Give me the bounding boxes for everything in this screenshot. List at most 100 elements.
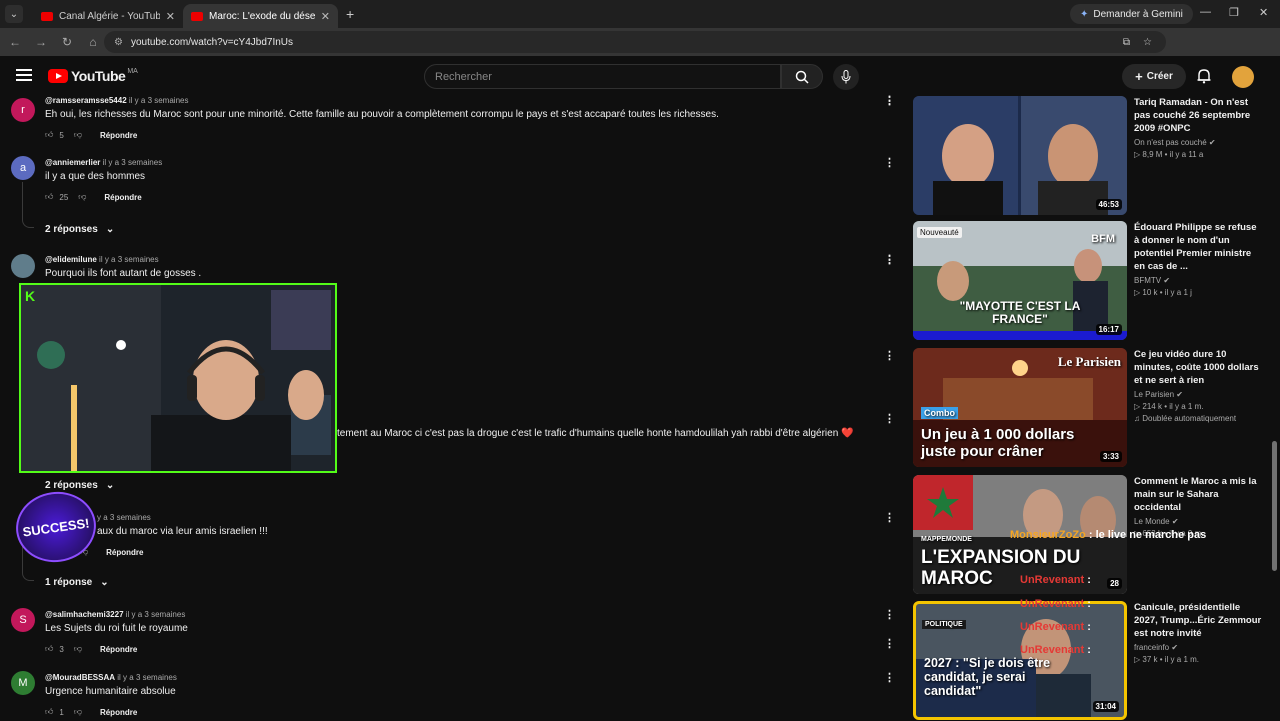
- like-icon[interactable]: 👍︎: [45, 707, 53, 717]
- show-replies-button[interactable]: 1 réponse ⌄: [45, 577, 109, 588]
- bfm-logo: BFM: [1091, 233, 1115, 245]
- install-icon[interactable]: ⧉: [1123, 37, 1130, 48]
- search-input[interactable]: Rechercher: [424, 64, 781, 89]
- youtube-play-icon: [48, 69, 68, 83]
- tab-canal-algerie[interactable]: Canal Algérie - YouTube ✕: [33, 4, 183, 28]
- video-title[interactable]: Ce jeu vidéo dure 10 minutes, coûte 1000…: [1134, 348, 1264, 387]
- like-icon[interactable]: 👍︎: [45, 644, 53, 654]
- like-icon[interactable]: 👍︎: [45, 130, 53, 140]
- browser-tab-bar: ⌄ Canal Algérie - YouTube ✕ Maroc: L'exo…: [0, 0, 1280, 28]
- reply-button[interactable]: Répondre: [100, 708, 137, 717]
- dislike-icon[interactable]: 👎︎: [74, 644, 82, 654]
- reply-button[interactable]: Répondre: [106, 548, 143, 557]
- close-tab-icon[interactable]: ✕: [166, 10, 175, 23]
- dislike-icon[interactable]: 👎︎: [74, 130, 82, 140]
- video-thumbnail[interactable]: POLITIQUE 2027 : "Si je dois être candid…: [913, 601, 1127, 720]
- maximize-icon[interactable]: ❐: [1229, 6, 1239, 19]
- avatar[interactable]: r: [11, 98, 35, 122]
- comment-time[interactable]: il y a 3 semaines: [126, 610, 186, 619]
- reply-button[interactable]: Répondre: [100, 645, 137, 654]
- avatar[interactable]: a: [11, 156, 35, 180]
- channel-name[interactable]: Le Parisien: [1134, 390, 1174, 399]
- video-title[interactable]: Canicule, présidentielle 2027, Trump...É…: [1134, 601, 1264, 640]
- reload-icon[interactable]: ↻: [54, 35, 80, 49]
- channel-name[interactable]: franceinfo: [1134, 643, 1169, 652]
- replies-label: 2 réponses: [45, 224, 98, 235]
- comment-author[interactable]: @salimhachemi3227: [45, 610, 124, 619]
- new-tab-icon[interactable]: +: [346, 6, 354, 22]
- menu-icon[interactable]: [16, 69, 32, 84]
- channel-name[interactable]: BFMTV: [1134, 276, 1161, 285]
- video-title[interactable]: Comment le Maroc a mis la main sur le Sa…: [1134, 475, 1264, 514]
- thread-line: [22, 182, 34, 228]
- video-menu-icon[interactable]: ⋮: [884, 253, 895, 266]
- url-field[interactable]: ⚙ youtube.com/watch?v=cY4Jbd7InUs ⧉ ☆: [104, 31, 1166, 53]
- tab-maroc-exode[interactable]: Maroc: L'exode du désespoir ve ✕: [183, 4, 338, 28]
- search-icon: [795, 70, 809, 84]
- notifications-bell-icon[interactable]: [1197, 68, 1211, 84]
- comment-header: @MouradBESSAA il y a 3 semaines: [45, 673, 177, 682]
- comment-author[interactable]: @anniemerlier: [45, 158, 100, 167]
- dislike-icon[interactable]: 👎︎: [74, 707, 82, 717]
- home-icon[interactable]: ⌂: [80, 35, 106, 49]
- video-thumbnail[interactable]: Nouveauté BFM "MAYOTTE C'EST LA FRANCE" …: [913, 221, 1127, 340]
- comment-author[interactable]: @elidemilune: [45, 255, 97, 264]
- channel-name[interactable]: Le Monde: [1134, 517, 1170, 526]
- comment-time[interactable]: y a 3 semaines: [97, 513, 151, 522]
- comment-time[interactable]: il y a 3 semaines: [129, 96, 189, 105]
- close-tab-icon[interactable]: ✕: [321, 10, 330, 23]
- site-info-icon[interactable]: ⚙: [114, 37, 123, 48]
- back-icon[interactable]: ←: [2, 35, 28, 49]
- comment-author[interactable]: @MouradBESSAA: [45, 673, 115, 682]
- video-thumbnail[interactable]: Le Parisien Combo Un jeu à 1 000 dollars…: [913, 348, 1127, 467]
- recommended-video[interactable]: Le Parisien Combo Un jeu à 1 000 dollars…: [913, 348, 1280, 468]
- video-meta: ▷ 37 k • il y a 1 m.: [1134, 655, 1199, 664]
- video-menu-icon[interactable]: ⋮: [884, 94, 895, 107]
- recommended-video[interactable]: 46:53 Tariq Ramadan - On n'est pas couch…: [884, 95, 1280, 216]
- comment-menu-icon[interactable]: ⋮: [884, 511, 895, 524]
- video-thumbnail[interactable]: 46:53: [913, 96, 1127, 215]
- comment-author[interactable]: @ramsseramsse5442: [45, 96, 127, 105]
- recommended-video[interactable]: Nouveauté BFM "MAYOTTE C'EST LA FRANCE" …: [884, 221, 1280, 341]
- comment-time[interactable]: il y a 3 semaines: [117, 673, 177, 682]
- minimize-icon[interactable]: —: [1200, 6, 1211, 18]
- tab-search-icon[interactable]: ⌄: [5, 5, 23, 23]
- avatar[interactable]: [11, 254, 35, 278]
- account-avatar[interactable]: [1232, 66, 1254, 88]
- voice-search-button[interactable]: [833, 64, 859, 90]
- comment-menu-icon[interactable]: ⋮: [884, 671, 895, 684]
- comment-time[interactable]: il y a 3 semaines: [103, 158, 163, 167]
- search-button[interactable]: [781, 64, 823, 89]
- comment-menu-icon[interactable]: ⋮: [884, 156, 895, 169]
- comment-menu-icon[interactable]: ⋮: [884, 608, 895, 621]
- video-duration: 31:04: [1092, 701, 1119, 712]
- comment-menu-icon[interactable]: ⋮: [884, 412, 895, 425]
- reply-button[interactable]: Répondre: [104, 193, 141, 202]
- show-replies-button[interactable]: 2 réponses ⌄: [45, 224, 114, 235]
- video-menu-icon[interactable]: ⋮: [884, 637, 895, 650]
- video-title[interactable]: Édouard Philippe se refuse à donner le n…: [1134, 221, 1264, 273]
- avatar[interactable]: S: [11, 608, 35, 632]
- create-button[interactable]: + Créer: [1122, 64, 1186, 89]
- close-window-icon[interactable]: ✕: [1259, 6, 1268, 19]
- channel-name[interactable]: On n'est pas couché: [1134, 138, 1207, 147]
- recommended-video[interactable]: POLITIQUE 2027 : "Si je dois être candid…: [884, 601, 1280, 721]
- video-title[interactable]: Tariq Ramadan - On n'est pas couché 26 s…: [1134, 96, 1264, 135]
- youtube-header: YouTube MA Rechercher + Créer: [0, 56, 1280, 96]
- reply-button[interactable]: Répondre: [100, 131, 137, 140]
- comment-text: Les Sujets du roi fuit le royaume: [45, 623, 188, 634]
- forward-icon[interactable]: →: [28, 35, 54, 49]
- comment-menu-icon[interactable]: ⋮: [884, 349, 895, 362]
- like-icon[interactable]: 👍︎: [45, 192, 53, 202]
- scrollbar-thumb[interactable]: [1272, 441, 1277, 571]
- play-icon: ▷: [1134, 402, 1141, 411]
- youtube-logo[interactable]: YouTube MA: [48, 68, 138, 84]
- comment-time[interactable]: il y a 3 semaines: [99, 255, 159, 264]
- bookmark-star-icon[interactable]: ☆: [1143, 37, 1152, 48]
- gemini-button[interactable]: ✦ Demander à Gemini: [1070, 4, 1193, 24]
- show-replies-button[interactable]: 2 réponses ⌄: [45, 480, 114, 491]
- dislike-icon[interactable]: 👎︎: [78, 192, 86, 202]
- channel-row: BFMTV ✔: [1134, 276, 1264, 285]
- avatar[interactable]: M: [11, 671, 35, 695]
- page-scrollbar[interactable]: [1271, 96, 1277, 720]
